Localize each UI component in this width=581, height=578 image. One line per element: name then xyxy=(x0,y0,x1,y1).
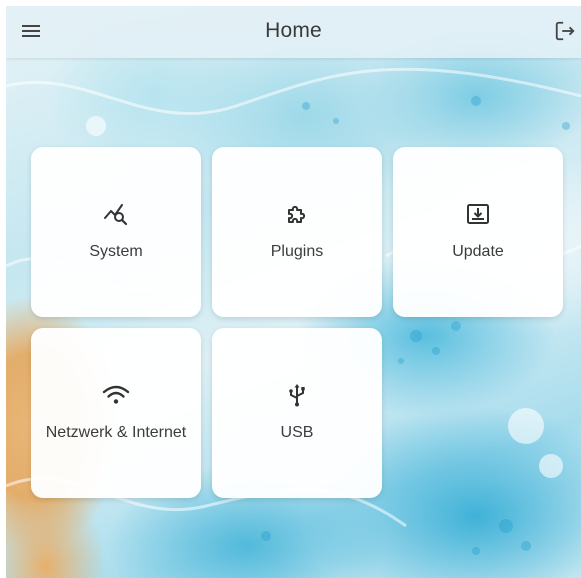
tile-label-update: Update xyxy=(452,243,504,260)
tile-plugins[interactable]: Plugins xyxy=(212,147,382,317)
usb-icon xyxy=(212,380,382,410)
logout-icon xyxy=(554,20,576,47)
tile-label-usb: USB xyxy=(280,424,314,441)
page-title: Home xyxy=(265,19,322,42)
app-header: Home xyxy=(6,6,581,58)
monitoring-search-icon xyxy=(31,199,201,229)
download-tray-icon xyxy=(393,199,563,229)
tile-label-system: System xyxy=(89,243,143,260)
logout-button[interactable] xyxy=(551,19,579,47)
tile-label-network: Netzwerk & Internet xyxy=(45,424,187,441)
puzzle-piece-icon xyxy=(212,199,382,229)
tile-network[interactable]: Netzwerk & Internet xyxy=(31,328,201,498)
tile-system[interactable]: System xyxy=(31,147,201,317)
tile-usb[interactable]: USB xyxy=(212,328,382,498)
tile-update[interactable]: Update xyxy=(393,147,563,317)
home-screen: Home System Plugins Update Netzwerk & In… xyxy=(6,6,581,578)
wifi-icon xyxy=(31,380,201,410)
tile-label-plugins: Plugins xyxy=(270,243,324,260)
